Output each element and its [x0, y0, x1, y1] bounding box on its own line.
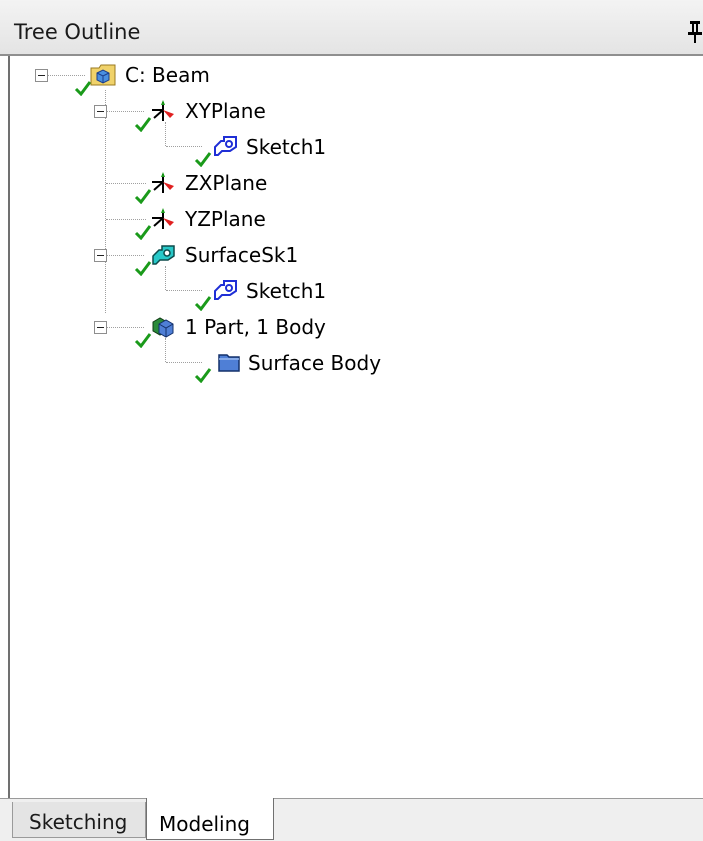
tab-modeling[interactable]: Modeling: [146, 798, 274, 840]
tab-sketching[interactable]: Sketching: [12, 802, 146, 838]
tree-connector: [165, 266, 166, 290]
tree-node-label: Sketch1: [246, 135, 327, 159]
tree-node-label: XYPlane: [185, 99, 266, 123]
tree-connector: [105, 90, 106, 313]
surface-body-icon: [218, 354, 240, 372]
collapse-toggle[interactable]: [35, 69, 48, 82]
tree-connector: [166, 290, 202, 291]
plane-axes-icon: [152, 172, 174, 193]
sketch-icon: [214, 280, 237, 300]
collapse-toggle[interactable]: [94, 321, 107, 334]
tree-connector: [106, 255, 144, 256]
tree-node-label: ZXPlane: [185, 171, 268, 195]
tree-outline-panel: Tree Outline C: Beam XYPlane Sketch1 ZXP…: [0, 0, 703, 841]
tree-connector: [165, 338, 166, 362]
tree-connector: [106, 183, 146, 184]
part-body-icon: [152, 317, 174, 338]
plane-axes-icon: [152, 100, 174, 121]
tree-node-label: SurfaceSk1: [185, 243, 299, 267]
tree-node-label: C: Beam: [125, 63, 210, 87]
geometry-folder-icon: [90, 64, 116, 86]
pin-icon[interactable]: [688, 20, 702, 44]
checkmark-icon: [194, 368, 212, 383]
mode-tab-bar: Sketching Modeling: [0, 798, 703, 841]
panel-title: Tree Outline: [14, 20, 141, 44]
tree-node-label: Sketch1: [246, 279, 327, 303]
tree-connector: [166, 362, 202, 363]
tree-connector: [106, 327, 144, 328]
tree-connector: [47, 75, 85, 76]
checkmark-icon: [194, 152, 212, 167]
surface-from-sketch-icon: [152, 245, 175, 265]
plane-axes-icon: [152, 208, 174, 229]
tree-view[interactable]: C: Beam XYPlane Sketch1 ZXPlane YZPlane …: [10, 56, 703, 798]
tree-connector: [166, 146, 202, 147]
tree-node-label: YZPlane: [185, 207, 266, 231]
tree-connector: [165, 122, 166, 146]
tree-node-label: Surface Body: [248, 351, 382, 375]
checkmark-icon: [194, 296, 212, 311]
sketch-icon: [214, 136, 237, 156]
tree-connector: [106, 111, 144, 112]
tree-node-label: 1 Part, 1 Body: [185, 315, 326, 339]
collapse-toggle[interactable]: [94, 249, 107, 262]
tree-connector: [106, 219, 146, 220]
panel-header: Tree Outline: [0, 0, 703, 56]
collapse-toggle[interactable]: [94, 105, 107, 118]
